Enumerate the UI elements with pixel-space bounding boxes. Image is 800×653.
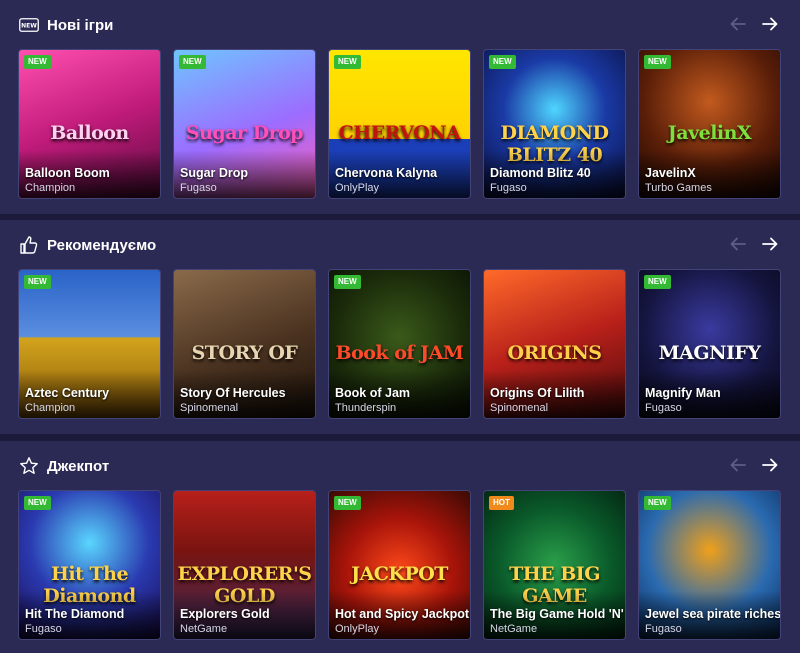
game-logo-text: Book of JAM [335,342,464,364]
game-provider: Spinomenal [490,402,549,414]
game-card[interactable]: NEW Aztec Century Champion [18,269,161,419]
arrow-right-icon[interactable] [760,14,780,34]
new-badge: NEW [179,55,206,69]
game-title: JavelinX [645,166,696,180]
game-card[interactable]: MAGNIFY NEW Magnify Man Fugaso [638,269,781,419]
star-icon [19,456,39,476]
game-card[interactable]: Book of JAM NEW Book of Jam Thunderspin [328,269,471,419]
section-header: Рекомендуємо [19,234,156,256]
new-badge-icon: NEW [19,15,39,35]
game-provider: Spinomenal [180,402,239,414]
arrow-left-icon[interactable] [728,455,748,475]
game-provider: OnlyPlay [335,182,380,194]
section-title[interactable]: Рекомендуємо [47,237,156,254]
game-card[interactable]: NEW Jewel sea pirate riches Fugaso [638,490,781,640]
game-title: Aztec Century [25,386,110,400]
game-title: Sugar Drop [180,166,249,180]
game-card[interactable]: EXPLORER'S GOLDExplorers GoldNetGame [173,490,316,640]
game-logo-text: JACKPOT [351,563,448,585]
game-card[interactable]: THE BIG GAMEHOTThe Big Game Hold 'N' Lin… [483,490,626,640]
game-title: Origins Of Lilith [490,386,585,400]
game-provider: OnlyPlay [335,623,380,635]
game-logo-text: STORY OF [191,342,298,364]
arrow-right-icon[interactable] [760,455,780,475]
arrow-left-icon[interactable] [728,14,748,34]
game-provider: Champion [25,182,76,194]
game-logo-text: ORIGINS [507,342,602,364]
new-badge: NEW [644,275,671,289]
game-title: Explorers Gold [180,607,270,621]
game-title: Book of Jam [335,386,411,400]
game-provider: Fugaso [645,623,682,635]
new-badge: NEW [24,55,51,69]
new-badge: NEW [644,55,671,69]
game-logo-text: Sugar Drop [185,122,304,144]
arrow-right-icon[interactable] [760,234,780,254]
game-provider: Fugaso [645,402,682,414]
new-badge: NEW [334,275,361,289]
game-card[interactable]: CHERVONA NEW Chervona Kalyna OnlyPlay [328,49,471,199]
hot-badge: HOT [489,496,514,510]
carousel-nav [728,455,780,475]
game-logo-text: CHERVONA [338,122,461,144]
game-card[interactable]: Hit The DiamondNEWHit The DiamondFugaso [18,490,161,640]
new-badge: NEW [334,55,361,69]
carousel-nav [728,14,780,34]
section-header: NEW Нові ігри [19,14,113,36]
thumbs-up-icon [19,235,39,255]
game-card[interactable]: JACKPOT NEW Hot and Spicy Jackpot OnlyPlay [328,490,471,640]
game-provider: Thunderspin [335,402,397,414]
game-provider: Fugaso [180,182,217,194]
new-badge: NEW [334,496,361,510]
section-header: Джекпот [19,455,109,477]
game-carousel: Balloon NEW Balloon Boom Champion Sugar Drop… [18,49,781,199]
game-logo-text: MAGNIFY [658,342,761,364]
game-card[interactable]: DIAMOND BLITZ 40NEWDiamond Blitz 40Fugas… [483,49,626,199]
game-carousel: NEW Aztec Century Champion STORY OF Story Of… [18,269,781,419]
new-badge: NEW [24,496,51,510]
game-card[interactable]: Balloon NEW Balloon Boom Champion [18,49,161,199]
section-recommended: Рекомендуємо NEW Aztec Century Champion STOR… [0,220,800,434]
game-title: Jewel sea pirate riches [645,607,781,621]
game-card[interactable]: ORIGINS Origins Of Lilith Spinomenal [483,269,626,419]
game-card[interactable]: JavelinX NEW JavelinX Turbo Games [638,49,781,199]
section-jackpot: ДжекпотHit The DiamondNEWHit The Diamond… [0,441,800,653]
game-title: Chervona Kalyna [335,166,438,180]
carousel-nav [728,234,780,254]
game-logo-text: JavelinX [667,122,752,144]
game-title: Hit The Diamond [25,607,125,621]
new-badge: NEW [489,55,516,69]
section-new-games: NEW Нові ігри Balloon NEW Balloon Boom Champi… [0,0,800,214]
section-title[interactable]: Нові ігри [47,17,113,34]
game-title: Diamond Blitz 40 [490,166,591,180]
game-card[interactable]: Sugar Drop NEW Sugar Drop Fugaso [173,49,316,199]
arrow-left-icon[interactable] [728,234,748,254]
svg-text:NEW: NEW [21,23,37,30]
game-title: Hot and Spicy Jackpot [335,607,470,621]
game-title: The Big Game Hold 'N' Link [490,607,625,621]
game-title: Balloon Boom [25,166,110,180]
new-badge: NEW [24,275,51,289]
game-provider: NetGame [180,623,228,635]
game-provider: Fugaso [490,182,527,194]
game-title: Story Of Hercules [180,386,286,400]
game-card[interactable]: STORY OF Story Of Hercules Spinomenal [173,269,316,419]
game-provider: NetGame [490,623,538,635]
section-title[interactable]: Джекпот [47,458,109,475]
game-title: Magnify Man [645,386,721,400]
game-provider: Fugaso [25,623,62,635]
game-logo-text: Balloon [50,122,129,144]
new-badge: NEW [644,496,671,510]
game-provider: Turbo Games [645,182,712,194]
game-carousel: Hit The DiamondNEWHit The DiamondFugasoE… [18,490,781,640]
game-provider: Champion [25,402,76,414]
